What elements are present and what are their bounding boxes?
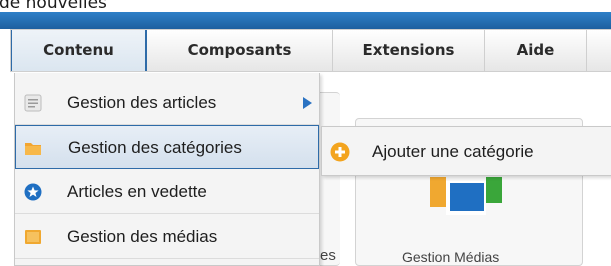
page-heading-text: de nouvelles [0, 0, 107, 12]
media-icon-large [430, 177, 502, 215]
star-icon [24, 183, 42, 201]
dropdown-item-categories[interactable]: Gestion des catégories [15, 125, 319, 169]
submenu-item-label: Ajouter une catégorie [372, 142, 534, 161]
dropdown-item-featured[interactable]: Articles en vedette [15, 170, 319, 214]
add-icon [330, 142, 350, 162]
menu-aide[interactable]: Aide [485, 30, 587, 71]
background-partial-text: es [320, 247, 336, 264]
dropdown-item-label: Gestion des articles [67, 93, 217, 112]
header-bar [0, 12, 611, 29]
dropdown-item-label: Gestion des catégories [68, 138, 242, 157]
menu-extensions[interactable]: Extensions [333, 30, 485, 71]
dropdown-item-label: Gestion des médias [67, 227, 218, 246]
dropdown-item-articles[interactable]: Gestion des articles [15, 81, 319, 125]
chevron-right-icon [303, 97, 312, 109]
categories-submenu: Ajouter une catégorie [321, 126, 611, 176]
media-icon [25, 230, 41, 244]
menu-contenu[interactable]: Contenu [11, 30, 147, 71]
main-menubar: Contenu Composants Extensions Aide [10, 29, 611, 72]
dropdown-item-label: Articles en vedette [67, 182, 207, 201]
dropdown-item-media[interactable]: Gestion des médias [15, 215, 319, 259]
media-panel-label: Gestion Médias [402, 249, 500, 265]
folder-icon [25, 143, 41, 155]
article-icon [24, 94, 42, 112]
submenu-item-add-category[interactable]: Ajouter une catégorie [322, 127, 611, 175]
contenu-dropdown: Gestion des articles Gestion des catégor… [14, 73, 320, 266]
page-heading-fragment: de nouvelles [0, 0, 611, 12]
menu-composants[interactable]: Composants [147, 30, 333, 71]
